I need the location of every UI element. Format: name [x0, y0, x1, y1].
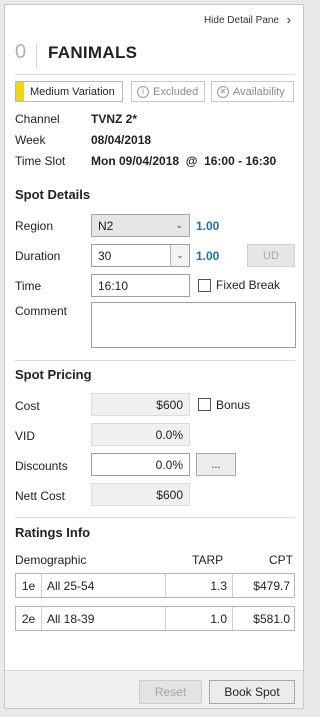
spot-details-heading: Spot Details — [15, 187, 91, 202]
chevron-down-icon[interactable]: ⌄ — [170, 245, 189, 266]
variation-color-bar — [16, 82, 24, 101]
duration-label: Duration — [15, 249, 61, 263]
x-circle-icon: ✕ — [217, 85, 229, 98]
time-input-value: 16:10 — [98, 278, 129, 293]
time-input[interactable]: 16:10 — [91, 274, 190, 297]
region-label: Region — [15, 219, 54, 233]
excluded-tag-label: Excluded — [153, 85, 199, 98]
section-divider — [15, 517, 295, 518]
ud-button[interactable]: UD — [247, 244, 295, 267]
chevron-down-icon: ⌄ — [175, 220, 183, 230]
nett-cost-label: Nett Cost — [15, 489, 66, 503]
column-header-tarp: TARP — [192, 553, 224, 567]
duration-combo[interactable]: 30 ⌄ — [91, 244, 190, 267]
variation-tag[interactable]: Medium Variation — [15, 81, 123, 102]
row-tarp: 1.3 — [166, 574, 233, 597]
table-row[interactable]: 1e All 25-54 1.3 $479.7 — [15, 573, 295, 598]
info-circle-icon: i — [137, 85, 149, 98]
comment-label: Comment — [15, 304, 68, 318]
spot-pricing-heading: Spot Pricing — [15, 367, 92, 382]
duration-factor: 1.00 — [196, 249, 220, 263]
duration-input-value[interactable]: 30 — [92, 249, 170, 263]
region-select[interactable]: N2 ⌄ — [91, 214, 190, 237]
reset-button[interactable]: Reset — [139, 680, 202, 704]
column-header-demographic: Demographic — [15, 553, 87, 567]
time-label: Time — [15, 279, 42, 293]
page-title: FANIMALS — [48, 43, 138, 62]
row-demographic: All 25-54 — [42, 574, 166, 597]
ratings-info-heading: Ratings Info — [15, 525, 91, 540]
row-code: 2e — [16, 607, 42, 630]
vid-field: 0.0% — [91, 423, 190, 446]
cost-value: $600 — [156, 397, 183, 412]
timeslot-value: Mon 09/04/2018 @ 16:00 - 16:30 — [91, 154, 277, 168]
availability-tag-label: Availability — [233, 85, 285, 98]
row-cpt: $479.7 — [253, 578, 290, 593]
chevron-right-icon[interactable]: › — [287, 12, 291, 27]
vid-value: 0.0% — [155, 427, 183, 442]
fixed-break-label: Fixed Break — [216, 278, 281, 292]
table-row[interactable]: 2e All 18-39 1.0 $581.0 — [15, 606, 295, 631]
title-divider — [36, 43, 37, 69]
header-divider — [15, 74, 295, 75]
comment-textarea[interactable] — [91, 302, 296, 348]
cost-field: $600 — [91, 393, 190, 416]
bonus-label: Bonus — [216, 398, 251, 412]
row-demographic: All 18-39 — [42, 607, 166, 630]
availability-tag[interactable]: ✕ Availability — [211, 81, 294, 102]
cost-label: Cost — [15, 399, 40, 413]
spot-count: 0 — [15, 41, 27, 63]
excluded-tag[interactable]: i Excluded — [131, 81, 205, 102]
column-header-cpt: CPT — [269, 553, 293, 567]
variation-tag-label: Medium Variation — [30, 85, 115, 98]
hide-detail-pane-link[interactable]: Hide Detail Pane — [204, 15, 279, 26]
nett-cost-value: $600 — [156, 487, 183, 502]
week-value: 08/04/2018 — [91, 133, 152, 147]
discounts-value: 0.0% — [155, 457, 183, 472]
week-label: Week — [15, 133, 46, 147]
book-spot-button[interactable]: Book Spot — [209, 680, 295, 704]
row-code: 1e — [16, 574, 42, 597]
discounts-input[interactable]: 0.0% — [91, 453, 190, 476]
discounts-more-button[interactable]: ... — [196, 453, 236, 476]
region-factor: 1.00 — [196, 219, 220, 233]
discounts-label: Discounts — [15, 459, 68, 473]
bonus-checkbox[interactable] — [198, 398, 211, 411]
channel-label: Channel — [15, 112, 60, 126]
vid-label: VID — [15, 429, 36, 443]
row-tarp: 1.0 — [166, 607, 233, 630]
region-select-value: N2 — [98, 218, 114, 233]
row-cpt: $581.0 — [253, 611, 290, 626]
channel-value: TVNZ 2* — [91, 112, 138, 126]
section-divider — [15, 360, 295, 361]
nett-cost-field: $600 — [91, 483, 190, 506]
timeslot-label: Time Slot — [15, 154, 66, 168]
fixed-break-checkbox[interactable] — [198, 279, 211, 292]
detail-pane: Hide Detail Pane › 0 FANIMALS Medium Var… — [4, 4, 304, 709]
